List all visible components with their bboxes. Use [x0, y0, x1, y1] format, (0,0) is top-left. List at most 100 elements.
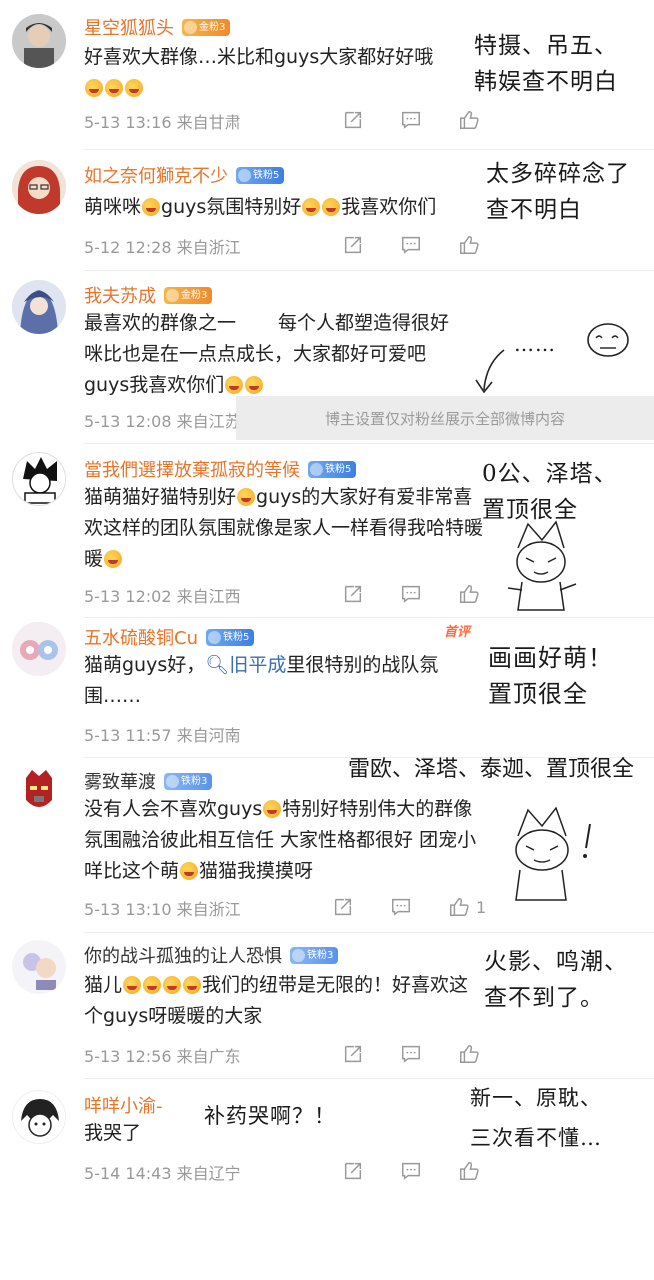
like-button[interactable]: [458, 1041, 516, 1067]
thumbs-up-icon: [460, 1162, 479, 1180]
thumbs-up-icon: [450, 898, 469, 916]
user-avatar[interactable]: [12, 940, 66, 994]
comment-icon: [402, 1045, 420, 1063]
comment-meta: 5-13 11:57 来自河南: [84, 726, 241, 745]
thumbs-up-icon: [460, 236, 479, 254]
user-avatar[interactable]: [12, 14, 66, 68]
comment-button[interactable]: [400, 232, 458, 258]
handwritten-note: 雷欧、泽塔、泰迦、置顶很全: [348, 757, 635, 782]
comment-meta: 5-13 12:02 来自江西: [84, 587, 241, 606]
doodle-ghost-face: [582, 318, 634, 362]
user-avatar[interactable]: [12, 764, 66, 818]
comment-icon: [402, 236, 420, 254]
shy-emoji-icon: [263, 800, 282, 818]
comment-text: 萌咪咪 guys氛围特别好 我喜欢你们: [84, 196, 437, 218]
laughing-emoji-icon: [105, 79, 123, 97]
thumbs-up-icon: [460, 585, 479, 603]
laughing-emoji-icon: [85, 79, 103, 97]
share-button[interactable]: [342, 1158, 400, 1184]
user-avatar[interactable]: [12, 452, 66, 506]
shy-emoji-icon: [183, 976, 202, 994]
share-icon: [334, 898, 352, 916]
topic-link[interactable]: 🔍︎旧平成: [205, 654, 286, 676]
comment-button[interactable]: [400, 581, 458, 607]
heart-eyes-emoji-icon: [123, 976, 142, 994]
fan-badge: 铁粉3: [164, 772, 213, 790]
fan-badge: 铁粉5: [308, 460, 357, 478]
share-button[interactable]: [332, 894, 390, 920]
shy-emoji-icon: [180, 862, 199, 880]
share-icon: [344, 1162, 362, 1180]
divider: [84, 270, 654, 271]
featured-tag: 首评: [444, 625, 471, 640]
comment-meta: 5-13 12:08 来自江苏: [84, 412, 241, 431]
like-button[interactable]: [458, 232, 516, 258]
comment-text: 猫儿 我们的纽带是无限的！好喜欢这个guys呀暖暖的大家: [84, 974, 469, 1027]
user-avatar[interactable]: [12, 1090, 66, 1144]
share-button[interactable]: [342, 232, 400, 258]
like-button[interactable]: [458, 1158, 516, 1184]
comment-button[interactable]: [400, 1158, 458, 1184]
comment-button[interactable]: [400, 1041, 458, 1067]
search-icon: 🔍︎: [205, 654, 230, 676]
username[interactable]: 我夫苏成: [84, 282, 156, 308]
comment-meta: 5-14 14:43 来自辽宁: [84, 1164, 241, 1183]
username[interactable]: 你的战斗孤独的让人恐惧: [84, 942, 282, 968]
fan-badge: 铁粉5: [236, 166, 285, 184]
like-button[interactable]: [458, 107, 516, 133]
fan-badge: 铁粉5: [205, 628, 255, 646]
comment-meta: 5-13 13:16 来自甘肃: [84, 113, 241, 132]
username[interactable]: 星空狐狐头: [84, 14, 174, 40]
comment-icon: [402, 111, 420, 129]
shy-emoji-icon: [163, 976, 182, 994]
thumbs-up-icon: [460, 111, 479, 129]
username[interactable]: 五水硫酸铜Cu: [84, 624, 198, 650]
username[interactable]: 當我們選擇放棄孤寂的等候: [84, 456, 300, 482]
comment-button[interactable]: [400, 107, 458, 133]
share-icon: [344, 1045, 362, 1063]
handwritten-note: 太多碎碎念了 查不明白: [486, 161, 630, 223]
shy-emoji-icon: [225, 376, 244, 394]
comment-text: 没有人会不喜欢guys 特别好特别伟大的群像氛围融洽彼此相互信任 大家性格都很好 …: [84, 798, 477, 882]
user-avatar[interactable]: [12, 622, 66, 676]
comment-icon: [402, 585, 420, 603]
share-button[interactable]: [342, 107, 400, 133]
handwritten-note: ……: [514, 332, 556, 356]
blush-emoji-icon: [322, 198, 341, 216]
share-icon: [344, 111, 362, 129]
fan-badge: 金粉3: [182, 18, 231, 36]
handwritten-note: 火影、鸣潮、 查不到了。: [484, 949, 628, 1011]
fan-badge: 金粉3: [164, 286, 213, 304]
comment-icon: [402, 1162, 420, 1180]
divider: [84, 443, 654, 444]
handwritten-note: 新一、原耽、 三次看不懂…: [470, 1086, 602, 1150]
user-avatar[interactable]: [12, 280, 66, 334]
share-button[interactable]: [342, 581, 400, 607]
comment-text: 最喜欢的群像之一 每个人都塑造得很好 咪比也是在一点点成长，大家都好可爱吧 guy…: [84, 312, 450, 396]
username[interactable]: 咩咩小渝-: [84, 1092, 163, 1118]
comment-text: 好喜欢大群像…米比和guys大家都好好哦: [84, 42, 484, 104]
fan-badge: 铁粉3: [290, 946, 339, 964]
divider: [84, 932, 654, 933]
share-button[interactable]: [342, 1041, 400, 1067]
cat-emoji-icon: [142, 198, 161, 216]
crying-emoji-icon: [104, 550, 123, 568]
fans-only-notice: 博主设置仅对粉丝展示全部微博内容: [236, 396, 654, 440]
handwritten-note: 画画好萌！ 置顶很全: [488, 644, 613, 708]
comment-button[interactable]: [390, 894, 448, 920]
thumbs-up-icon: [460, 1045, 479, 1063]
handwritten-note: 特摄、吊五、 韩娱查不明白: [474, 33, 618, 95]
shy-emoji-icon: [237, 488, 256, 506]
comment-text: 猫萌猫好猫特别好 guys的大家好有爱非常喜欢这样的团队氛围就像是家人一样看得我哈…: [84, 486, 484, 570]
doodle-arrow: [472, 346, 512, 396]
divider: [84, 149, 654, 150]
username[interactable]: 雾致華渡: [84, 768, 156, 794]
doodle-ultraman-sketch: [498, 518, 584, 614]
shy-emoji-icon: [245, 376, 264, 394]
comment-meta: 5-12 12:28 来自浙江: [84, 238, 241, 257]
user-avatar[interactable]: [12, 160, 66, 214]
comment-text: 猫萌guys好，🔍︎旧平成里很特别的战队氛围……: [84, 654, 439, 707]
heart-eyes-emoji-icon: [143, 976, 162, 994]
share-icon: [344, 585, 362, 603]
username[interactable]: 如之奈何獅克不少: [84, 162, 228, 188]
